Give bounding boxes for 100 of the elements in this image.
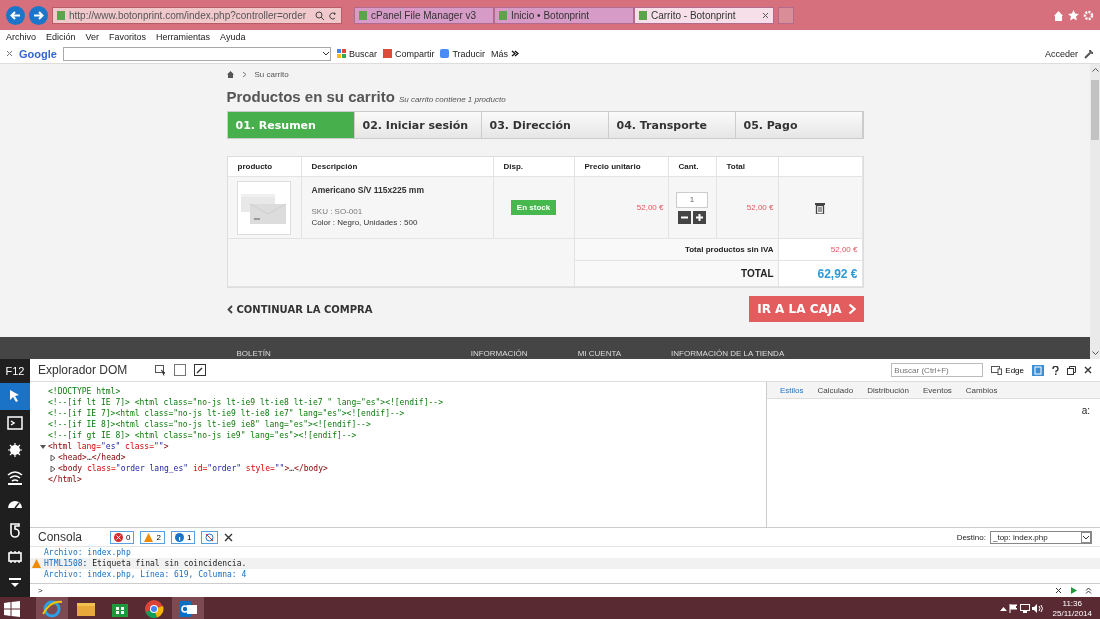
bug-icon[interactable] [6, 440, 24, 459]
menu-item[interactable]: Herramientas [156, 32, 211, 42]
continue-shopping-link[interactable]: CONTINUAR LA COMPRA [226, 303, 373, 315]
caret-icon [321, 50, 330, 57]
clock-time[interactable]: 11:36 [1062, 598, 1082, 609]
styles-tab[interactable]: Calculado [810, 382, 861, 398]
tray-arrow-icon[interactable] [999, 606, 1007, 611]
checkout-step[interactable]: 02. Iniciar sesión [354, 112, 482, 138]
menu-item[interactable]: Favoritos [109, 32, 147, 42]
chevron-icon[interactable] [241, 70, 247, 78]
scrollbar-thumb[interactable] [1091, 80, 1099, 140]
volume-icon[interactable] [1031, 604, 1043, 613]
select-element-icon[interactable] [155, 364, 167, 376]
scroll-down-icon[interactable] [1091, 351, 1099, 356]
search-field[interactable] [62, 46, 331, 61]
pen-icon [195, 365, 206, 375]
dom-node[interactable]: <!--[if gt IE 8]> <html class="no-js ie9" lang="es"><![endif]--> [48, 431, 357, 440]
menu-item[interactable]: Edición [46, 32, 76, 42]
console-prompt[interactable]: > [38, 586, 1047, 595]
console-icon[interactable] [6, 413, 24, 432]
quantity-field[interactable]: 1 [676, 191, 708, 208]
dom-node[interactable]: </html> [48, 475, 82, 484]
tool-button[interactable] [0, 382, 30, 410]
total-label: TOTAL [741, 268, 774, 279]
dom-node[interactable]: <!--[if IE 8]><html class="no-js lt-ie9 ie8" lang="es"><![endif]--> [48, 420, 371, 429]
browser-tab[interactable]: cPanel File Manager v3 [354, 6, 494, 24]
dom-node[interactable]: <!--[if IE 7]><html class="no-js lt-ie9 lt-ie8 ie7" lang="es"><![endif]--> [48, 409, 405, 418]
decrease-button[interactable] [678, 210, 691, 224]
clear-icon[interactable] [1055, 587, 1062, 594]
help-icon[interactable] [1052, 365, 1059, 375]
settings-icon[interactable] [1083, 9, 1094, 21]
clear-icon[interactable] [224, 532, 234, 542]
browser-tab[interactable]: Carrito - Botonprint [634, 6, 774, 24]
checkout-step[interactable]: 03. Dirección [481, 112, 609, 138]
collapsed-arrow-icon[interactable] [49, 454, 57, 461]
total-value: 62,92 € [817, 266, 858, 281]
forward-button[interactable] [29, 5, 48, 25]
styles-tab[interactable]: Distribución [860, 382, 916, 398]
home-icon[interactable] [1053, 9, 1064, 21]
more-button[interactable]: Más [491, 48, 520, 59]
trash-icon[interactable] [815, 201, 825, 214]
run-icon[interactable] [1070, 587, 1077, 594]
back-button[interactable] [6, 5, 25, 25]
product-name[interactable]: Americano S/V 115x225 mm [311, 185, 424, 195]
undock-icon[interactable] [1067, 365, 1076, 375]
error-filter-button[interactable]: 0 [110, 530, 135, 544]
styles-tab[interactable]: Cambios [958, 382, 1005, 398]
menu-item[interactable]: Ver [85, 32, 100, 42]
wrench-icon[interactable] [1084, 48, 1094, 59]
sign-in-link[interactable]: Acceder [1044, 48, 1078, 59]
warning-filter-button[interactable]: 2 [140, 530, 165, 544]
menu-item[interactable]: Archivo [6, 32, 36, 42]
taskbar-app[interactable] [172, 597, 204, 619]
favicon-icon [359, 10, 367, 20]
toolbar-logo: Google [19, 47, 57, 60]
network-icon[interactable] [1019, 604, 1030, 613]
menu-item[interactable]: Ayuda [220, 32, 246, 42]
dom-node[interactable]: <body class="order lang_es" id="order" style="">…</body> [58, 464, 328, 473]
expand-icon[interactable] [1085, 587, 1092, 594]
checkout-step[interactable]: 04. Transporte [608, 112, 736, 138]
clock-date[interactable]: 25/11/2014 [1052, 608, 1092, 619]
scroll-up-icon[interactable] [1091, 67, 1099, 72]
source-link[interactable]: Archivo: index.php, Línea: 619, Columna: 4 [44, 570, 247, 579]
start-icon[interactable] [4, 600, 20, 617]
close-icon[interactable] [1084, 366, 1092, 374]
chevron-left-icon [226, 304, 233, 314]
star-icon[interactable] [1068, 9, 1079, 21]
target-dropdown[interactable]: _top: index.php [990, 530, 1092, 544]
dom-node[interactable]: <!--[if lt IE 7]> <html class="no-js lt-ie9 lt-ie8 lt-ie7 " lang="es"><![endif]--> [48, 398, 443, 407]
highlight-button[interactable] [174, 364, 187, 376]
search-field[interactable]: Buscar (Ctrl+F) [891, 363, 984, 377]
source-link[interactable]: Archivo: index.php [44, 548, 131, 557]
increase-button[interactable] [693, 210, 706, 224]
dock-icon[interactable] [1032, 364, 1044, 376]
dom-node[interactable]: <!DOCTYPE html> [48, 387, 121, 396]
dom-node[interactable]: <html lang="es" class=""> [48, 442, 169, 451]
checkout-button[interactable]: IR A LA CAJA [749, 296, 864, 322]
plus-icon [696, 213, 703, 221]
chrome-icon[interactable] [143, 597, 165, 619]
styles-tab[interactable]: Eventos [915, 382, 959, 398]
attributes-text: Color : Negro, Unidades : 500 [311, 218, 418, 227]
footer-heading: INFORMACIÓN DE LA TIENDA [671, 349, 785, 359]
no-entry-icon [205, 532, 215, 542]
browser-tab[interactable]: Inicio • Botonprint [494, 6, 634, 24]
expanded-arrow-icon[interactable] [39, 443, 47, 450]
styles-tab[interactable]: Estilos [773, 382, 811, 398]
flag-icon[interactable] [1008, 604, 1018, 613]
address-bar[interactable]: http://www.botonprint.com/index.php?controller=order [52, 6, 342, 24]
color-picker-button[interactable] [194, 364, 207, 376]
breadcrumb-item[interactable]: Su carrito [254, 69, 289, 79]
dom-node[interactable]: <head>…</head> [58, 453, 126, 462]
search-button[interactable]: Buscar [336, 48, 377, 59]
share-button[interactable]: Compartir [382, 48, 435, 59]
clear-on-navigate-button[interactable] [201, 530, 219, 544]
collapsed-arrow-icon[interactable] [49, 465, 57, 472]
translate-button[interactable]: Traducir [440, 48, 486, 59]
info-filter-button[interactable]: 1 [170, 530, 196, 544]
home-icon[interactable] [226, 70, 234, 78]
checkout-step[interactable]: 05. Pago [735, 112, 863, 138]
document-mode-dropdown[interactable]: Edge [991, 365, 1024, 375]
